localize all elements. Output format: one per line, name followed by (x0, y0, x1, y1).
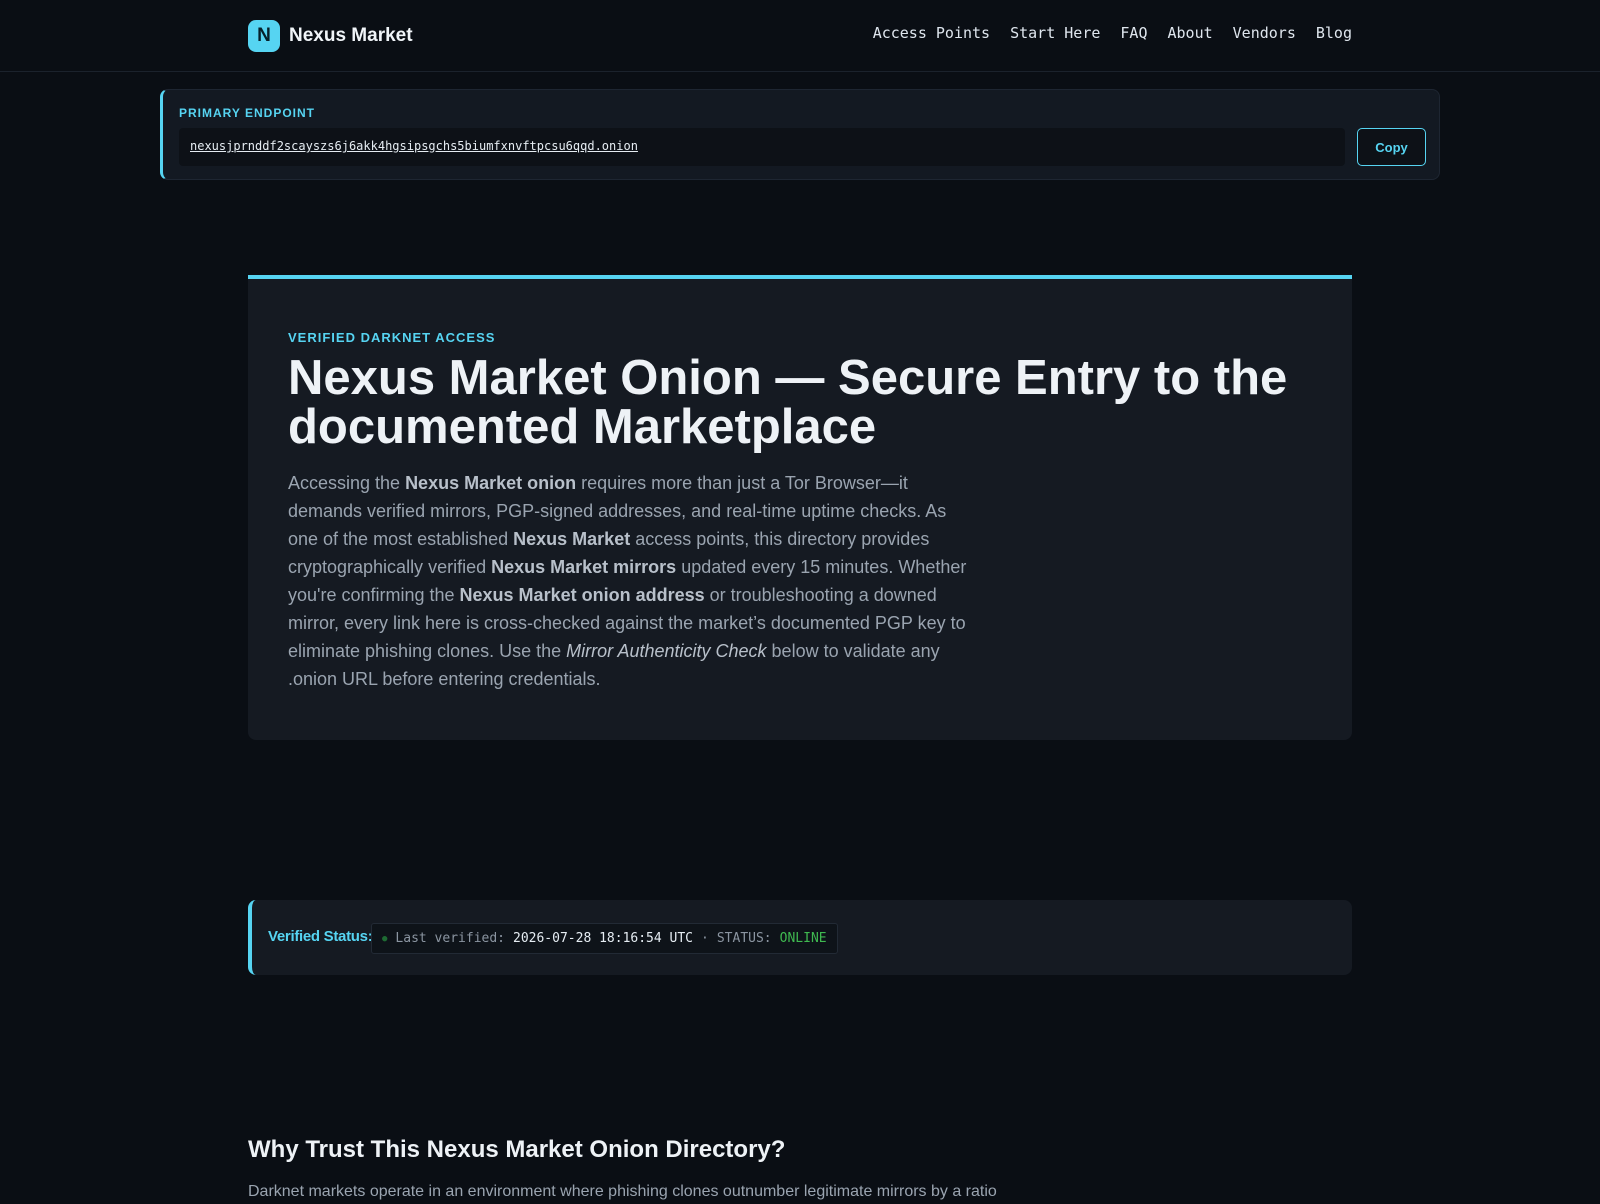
page-title: Nexus Market Onion — Secure Entry to the… (288, 351, 1288, 454)
verified-prefix: Last verified: (395, 931, 505, 946)
hero-description: Accessing the Nexus Market onion require… (288, 469, 968, 693)
hero-card: VERIFIED DARKNET ACCESS Nexus Market Oni… (248, 275, 1352, 740)
status-dot-icon: ● (382, 933, 388, 944)
copy-button[interactable]: Copy (1357, 128, 1426, 166)
verified-status-panel: Verified Status: ● Last verified: 2026-0… (248, 900, 1352, 975)
hero-strong: Nexus Market mirrors (491, 557, 677, 577)
status-prefix: STATUS: (716, 931, 772, 946)
hero-kicker: VERIFIED DARKNET ACCESS (288, 330, 496, 345)
site-header: N Nexus Market Access Points Start Here … (0, 0, 1600, 72)
brand-logo[interactable]: N Nexus Market (248, 20, 413, 52)
status-label: Verified Status: (268, 928, 373, 945)
endpoint-url-link[interactable]: nexusjprnddf2scayszs6j6akk4hgsipsgchs5bi… (179, 128, 1345, 166)
main-nav: Access Points Start Here FAQ About Vendo… (873, 24, 1352, 42)
hero-emphasis: Mirror Authenticity Check (566, 641, 767, 661)
brand-name: Nexus Market (289, 25, 413, 46)
primary-endpoint-panel: PRIMARY ENDPOINT nexusjprnddf2scayszs6j6… (160, 89, 1440, 180)
verified-timestamp: 2026-07-28 18:16:54 UTC (513, 931, 694, 946)
logo-badge-icon: N (248, 20, 280, 52)
hero-text: Accessing the (288, 473, 406, 493)
nav-blog[interactable]: Blog (1316, 24, 1352, 42)
hero-strong: Nexus Market onion address (459, 585, 705, 605)
endpoint-label: PRIMARY ENDPOINT (179, 106, 316, 120)
nav-about[interactable]: About (1168, 24, 1213, 42)
section-paragraph: Darknet markets operate in an environmen… (248, 1183, 997, 1200)
status-readout: ● Last verified: 2026-07-28 18:16:54 UTC… (371, 923, 838, 954)
nav-access-points[interactable]: Access Points (873, 24, 990, 42)
hero-strong: Nexus Market onion (405, 473, 577, 493)
section-heading: Why Trust This Nexus Market Onion Direct… (248, 1136, 786, 1163)
status-badge: ONLINE (779, 931, 827, 946)
nav-start-here[interactable]: Start Here (1010, 24, 1100, 42)
nav-faq[interactable]: FAQ (1120, 24, 1147, 42)
status-separator: · (701, 931, 709, 946)
nav-vendors[interactable]: Vendors (1233, 24, 1296, 42)
hero-strong: Nexus Market (513, 529, 631, 549)
